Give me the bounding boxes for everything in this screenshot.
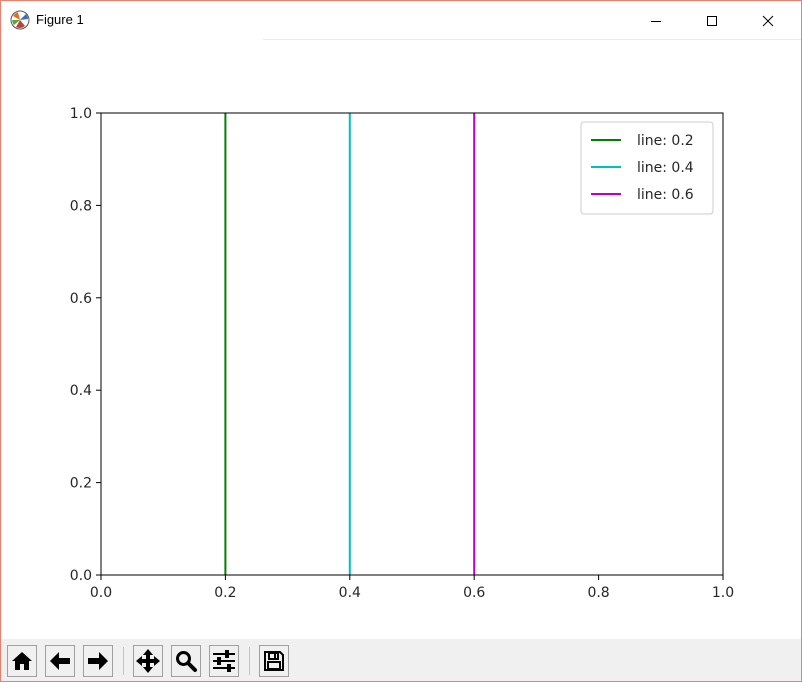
home-button[interactable] — [7, 645, 37, 677]
navigation-toolbar — [1, 639, 801, 681]
y-tick-label: 0.4 — [70, 383, 92, 399]
x-tick-label: 1.0 — [712, 585, 734, 601]
title-separator — [263, 39, 801, 40]
figure-window: Figure 1 0.0 0.2 0.4 0.6 0.8 1.0 0.0 0.2 0.4 0.6 0… — [0, 0, 802, 682]
y-tick-label: 1.0 — [70, 106, 92, 122]
close-button[interactable] — [745, 1, 791, 40]
x-tick-label: 0.6 — [463, 585, 485, 601]
forward-button[interactable] — [83, 645, 113, 677]
home-icon — [12, 652, 32, 670]
title-bar[interactable]: Figure 1 — [1, 1, 801, 40]
configure-subplots-button[interactable] — [209, 645, 239, 677]
x-tick-label: 0.0 — [90, 585, 112, 601]
move-icon — [136, 649, 160, 673]
toolbar-separator — [249, 647, 250, 675]
minimize-icon — [651, 20, 661, 22]
arrow-left-icon — [50, 652, 70, 670]
maximize-button[interactable] — [689, 1, 735, 40]
zoom-button[interactable] — [171, 645, 201, 677]
window-title: Figure 1 — [36, 12, 84, 27]
y-tick-label: 0.0 — [70, 568, 92, 584]
back-button[interactable] — [45, 645, 75, 677]
minimize-button[interactable] — [633, 1, 679, 40]
legend: line: 0.2 line: 0.4 line: 0.6 — [580, 121, 714, 215]
x-tick-label: 0.4 — [339, 585, 361, 601]
y-tick-label: 0.2 — [70, 476, 92, 492]
legend-label: line: 0.2 — [637, 133, 694, 149]
floppy-disk-icon — [264, 651, 284, 671]
y-tick-label: 0.8 — [70, 198, 92, 214]
arrow-right-icon — [88, 652, 108, 670]
y-tick-label: 0.6 — [70, 291, 92, 307]
pan-button[interactable] — [133, 645, 163, 677]
save-button[interactable] — [259, 645, 289, 677]
legend-label: line: 0.4 — [637, 160, 694, 176]
x-tick-label: 0.2 — [214, 585, 236, 601]
matplotlib-icon — [10, 10, 30, 30]
magnifier-icon — [176, 651, 197, 672]
maximize-icon — [707, 15, 717, 26]
figure-canvas[interactable]: 0.0 0.2 0.4 0.6 0.8 1.0 0.0 0.2 0.4 0.6 0.8 1.0 line… — [1, 41, 801, 639]
sliders-icon — [213, 650, 235, 672]
toolbar-separator — [123, 647, 124, 675]
legend-label: line: 0.6 — [637, 187, 694, 203]
close-icon — [762, 15, 774, 26]
x-tick-label: 0.8 — [587, 585, 609, 601]
